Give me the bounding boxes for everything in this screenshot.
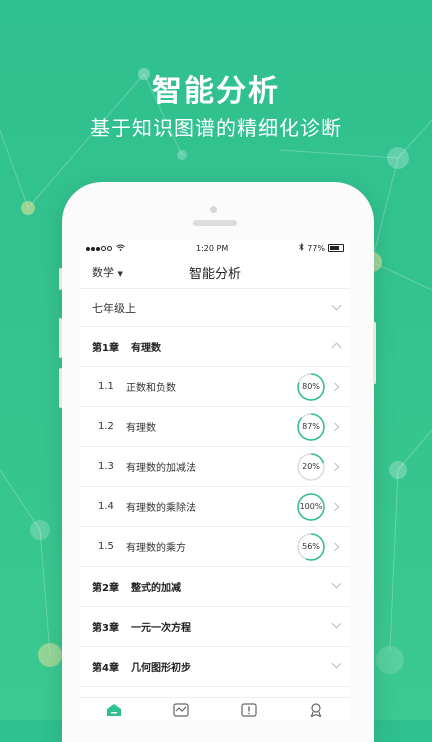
tab-notebook[interactable] (239, 700, 259, 720)
volume-down-button (59, 368, 62, 408)
subject-label: 数学 (92, 266, 114, 279)
mute-switch (59, 268, 62, 290)
progress-ring: 100% (296, 492, 326, 522)
tab-home[interactable] (104, 700, 124, 720)
section-number: 1.2 (98, 421, 114, 432)
chapter-row-3[interactable]: 第3章 一元一次方程 (80, 607, 350, 647)
section-name: 有理数的加减法 (126, 463, 196, 474)
bluetooth-icon (299, 243, 304, 253)
chapter-name: 几何图形初步 (130, 663, 191, 674)
chevron-right-icon (330, 422, 340, 432)
battery-percent: 77% (307, 243, 325, 253)
chapter-name: 有理数 (130, 343, 161, 354)
chapter-number: 第2章 (92, 583, 119, 594)
progress-label: 20% (302, 462, 320, 471)
progress-ring: 56% (296, 532, 326, 562)
profile-icon (310, 702, 322, 717)
chevron-up-icon (331, 342, 342, 353)
section-row[interactable]: 1.2 有理数 87% (80, 407, 350, 447)
section-name: 正数和负数 (126, 383, 176, 394)
chapter-number: 第4章 (92, 663, 119, 674)
section-number: 1.1 (98, 381, 114, 392)
section-number: 1.4 (98, 501, 114, 512)
chapter-name: 整式的加减 (130, 583, 181, 594)
volume-up-button (59, 318, 62, 358)
chevron-right-icon (330, 462, 340, 472)
chevron-right-icon (330, 382, 340, 392)
caret-down-icon: ▼ (117, 270, 123, 278)
tab-bar (80, 697, 350, 720)
section-row[interactable]: 1.5 有理数的乘方 56% (80, 527, 350, 567)
signal-icon (86, 244, 113, 253)
section-name: 有理数的乘方 (126, 543, 186, 554)
status-bar: 1:20 PM 77% (80, 240, 350, 256)
front-camera (210, 206, 217, 213)
analysis-icon (173, 702, 189, 717)
chapter-row-2[interactable]: 第2章 整式的加减 (80, 567, 350, 607)
chevron-down-icon (331, 658, 342, 669)
chapter-number: 第1章 (92, 343, 119, 354)
section-name: 有理数 (126, 423, 156, 434)
earpiece-speaker (193, 220, 237, 226)
chevron-down-icon (331, 578, 342, 589)
chapter-row-4[interactable]: 第4章 几何图形初步 (80, 647, 350, 687)
chevron-right-icon (330, 502, 340, 512)
progress-ring: 87% (296, 412, 326, 442)
section-row[interactable]: 1.1 正数和负数 80% (80, 367, 350, 407)
hero-title: 智能分析 (152, 74, 280, 109)
nav-bar: 数学 ▼ 智能分析 (80, 256, 350, 289)
progress-ring: 80% (296, 372, 326, 402)
grade-selector[interactable]: 七年级上 (80, 289, 350, 327)
section-number: 1.3 (98, 461, 114, 472)
section-name: 有理数的乘除法 (126, 503, 196, 514)
subject-dropdown[interactable]: 数学 ▼ (92, 264, 123, 280)
battery-icon (327, 244, 344, 252)
tab-profile[interactable] (306, 700, 326, 720)
grade-label: 七年级上 (92, 301, 136, 315)
chevron-down-icon (331, 618, 342, 629)
chevron-right-icon (330, 542, 340, 552)
tab-analysis[interactable] (171, 700, 191, 720)
section-number: 1.5 (98, 541, 114, 552)
progress-label: 56% (302, 542, 320, 551)
app-screen: 1:20 PM 77% 数学 ▼ 智能分析 七年级上 第1章 有理数 1.1 正… (80, 240, 350, 720)
progress-ring: 20% (296, 452, 326, 482)
hero-subtitle: 基于知识图谱的精细化诊断 (90, 116, 342, 140)
chapter-number: 第3章 (92, 623, 119, 634)
progress-label: 80% (302, 382, 320, 391)
home-icon (106, 703, 121, 716)
section-row[interactable]: 1.4 有理数的乘除法 100% (80, 487, 350, 527)
section-row[interactable]: 1.3 有理数的加减法 20% (80, 447, 350, 487)
power-button (373, 322, 376, 384)
status-time: 1:20 PM (195, 243, 229, 253)
chevron-down-icon (331, 300, 342, 311)
notebook-icon (241, 702, 257, 717)
progress-label: 100% (299, 502, 323, 511)
wifi-icon (116, 244, 125, 253)
progress-label: 87% (302, 422, 320, 431)
chapter-name: 一元一次方程 (130, 623, 191, 634)
chapter-row-1[interactable]: 第1章 有理数 (80, 327, 350, 367)
